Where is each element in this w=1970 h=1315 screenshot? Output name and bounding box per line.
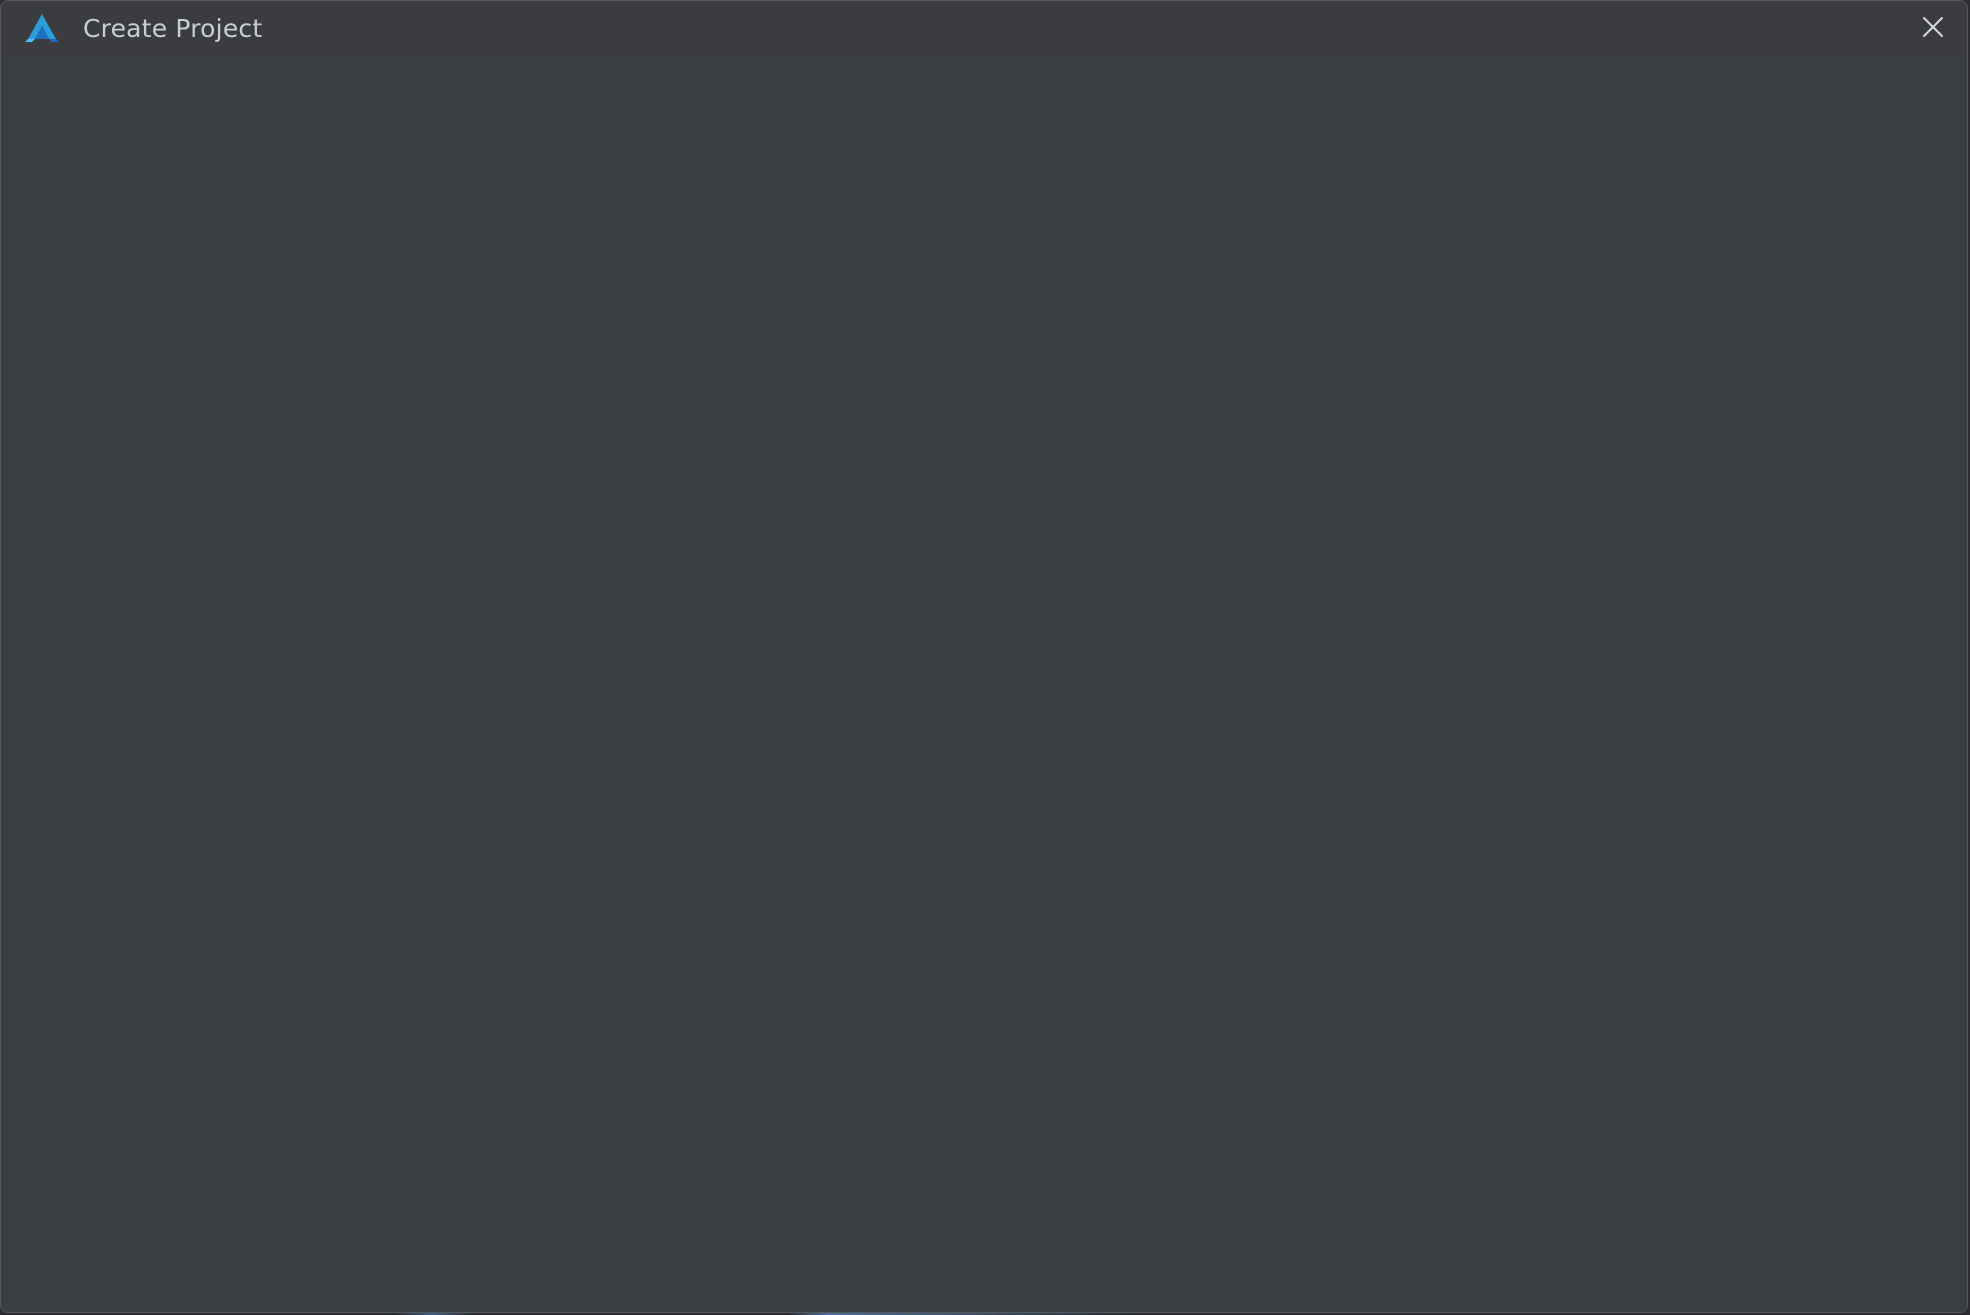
create-project-dialog: Create Project <box>0 0 1968 1313</box>
app-logo-icon <box>25 13 59 43</box>
close-button[interactable] <box>1911 7 1955 51</box>
title-bar[interactable]: Create Project <box>1 1 1967 57</box>
close-icon <box>1921 15 1945 44</box>
window-title: Create Project <box>83 14 263 43</box>
dialog-content-area <box>1 57 1967 1312</box>
